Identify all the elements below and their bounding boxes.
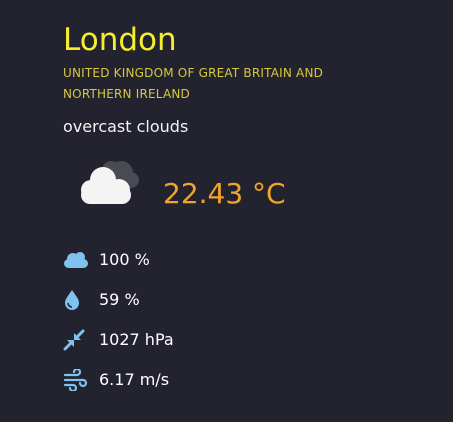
pressure-row: 1027 hPa [63,320,433,360]
temperature: 22.43 °C [163,177,286,210]
humidity-value: 59 % [99,290,140,309]
weather-card: London UNITED KINGDOM OF GREAT BRITAIN A… [63,18,433,400]
weather-description: overcast clouds [63,117,189,136]
wind-icon [63,368,91,392]
cloudiness-row: 100 % [63,240,433,280]
city-name: London [63,22,177,58]
wind-value: 6.17 m/s [99,370,170,389]
cloudiness-value: 100 % [99,250,150,269]
weather-details: 100 % 59 % 1027 hPa 6.17 m/s [63,240,433,400]
water-drop-icon [63,288,91,312]
overcast-clouds-icon [81,161,139,204]
current-conditions: 22.43 °C [63,150,433,230]
pressure-arrows-icon [63,328,91,352]
humidity-row: 59 % [63,280,433,320]
cloud-icon [63,248,91,272]
wind-row: 6.17 m/s [63,360,433,400]
country-name: UNITED KINGDOM OF GREAT BRITAIN AND NORT… [63,66,324,101]
pressure-value: 1027 hPa [99,330,174,349]
